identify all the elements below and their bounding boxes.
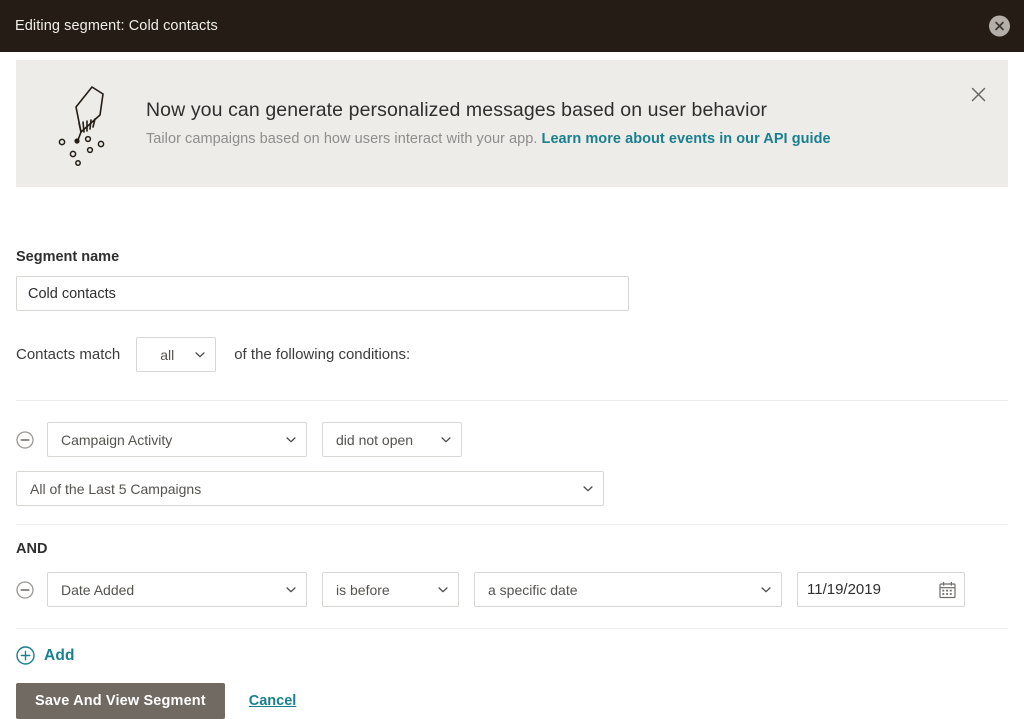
segment-name-input[interactable]	[16, 276, 629, 311]
date-input[interactable]	[798, 573, 926, 606]
condition-1-operator-select[interactable]: did not open	[322, 422, 462, 457]
save-and-view-segment-button[interactable]: Save And View Segment	[16, 683, 225, 719]
cancel-link[interactable]: Cancel	[249, 693, 297, 709]
segment-name-label: Segment name	[16, 249, 120, 265]
condition-2-date-field[interactable]	[797, 572, 965, 607]
divider-top	[16, 400, 1008, 401]
banner-subtext-label: Tailor campaigns based on how users inte…	[146, 130, 538, 147]
hand-sprinkling-icon	[46, 82, 120, 166]
close-circle-icon[interactable]	[989, 15, 1010, 37]
segment-editor-form: Segment name /* placeholder assigned bel…	[0, 249, 1024, 719]
chevron-down-icon	[286, 436, 296, 443]
page-title: Editing segment: Cold contacts	[15, 18, 218, 34]
contacts-match-suffix-label: of the following conditions:	[234, 346, 411, 363]
chevron-down-icon	[441, 436, 451, 443]
contacts-match-row: Contacts match all of the following cond…	[16, 337, 1008, 372]
banner-text-block: Now you can generate personalized messag…	[146, 99, 831, 149]
condition-1-field-value: Campaign Activity	[61, 431, 173, 448]
form-footer: Save And View Segment Cancel	[16, 683, 1008, 719]
condition-1-value: All of the Last 5 Campaigns	[30, 480, 202, 497]
match-type-select[interactable]: all	[136, 337, 217, 372]
calendar-icon[interactable]	[939, 581, 956, 598]
condition-1-primary-row: Campaign Activity did not open	[16, 422, 1008, 457]
banner-close-icon[interactable]	[971, 87, 986, 102]
window-titlebar: Editing segment: Cold contacts	[0, 0, 1024, 52]
condition-1-operator-value: did not open	[336, 431, 414, 448]
condition-2-value-select[interactable]: a specific date	[474, 572, 782, 607]
condition-2-field-select[interactable]: Date Added	[47, 572, 307, 607]
banner-learn-more-link[interactable]: Learn more about events in our API guide	[542, 131, 831, 147]
minus-circle-icon[interactable]	[16, 580, 34, 599]
chevron-down-icon	[286, 586, 296, 593]
condition-1-value-select[interactable]: All of the Last 5 Campaigns	[16, 471, 604, 506]
add-condition-button[interactable]: Add	[16, 646, 82, 665]
condition-2-operator-select[interactable]: is before	[322, 572, 459, 607]
contacts-match-prefix-label: Contacts match	[16, 346, 121, 363]
divider-bottom	[16, 628, 1008, 629]
banner-subtext: Tailor campaigns based on how users inte…	[146, 131, 831, 147]
and-conjunction-label: AND	[16, 541, 48, 557]
condition-1-field-select[interactable]: Campaign Activity	[47, 422, 307, 457]
condition-row-1: Campaign Activity did not open All of th…	[16, 422, 1008, 506]
condition-row-2: Date Added is before a specific date	[16, 572, 1008, 607]
promo-banner: Now you can generate personalized messag…	[16, 60, 1008, 187]
minus-circle-icon[interactable]	[16, 430, 34, 449]
add-condition-label: Add	[44, 646, 75, 664]
condition-2-value: a specific date	[488, 581, 578, 598]
condition-2-field-value: Date Added	[61, 581, 135, 598]
chevron-down-icon	[761, 586, 771, 593]
banner-heading: Now you can generate personalized messag…	[146, 98, 768, 121]
condition-2-operator-value: is before	[336, 581, 390, 598]
chevron-down-icon	[438, 586, 448, 593]
match-type-value: all	[160, 346, 175, 363]
chevron-down-icon	[583, 485, 593, 492]
divider-between-conditions	[16, 524, 1008, 525]
plus-circle-icon	[16, 646, 35, 665]
